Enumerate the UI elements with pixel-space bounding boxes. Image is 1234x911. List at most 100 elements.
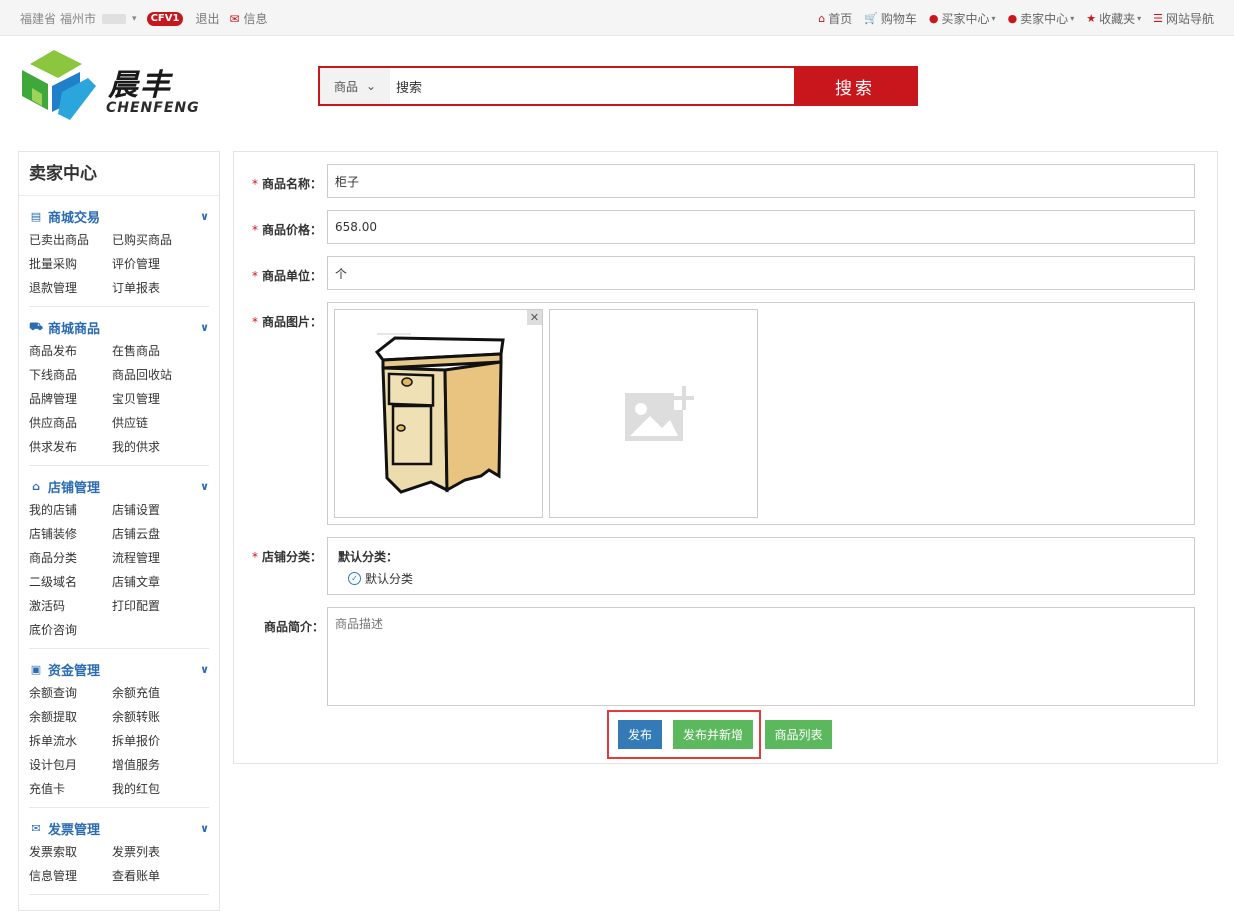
sidebar-link[interactable]: 底价咨询 [29, 618, 112, 642]
product-list-button[interactable]: 商品列表 [765, 720, 832, 749]
search-button[interactable]: 搜索 [794, 68, 916, 104]
sidebar-link[interactable]: 供应商品 [29, 411, 112, 435]
sidebar-link[interactable]: 供应链 [112, 411, 195, 435]
search-input[interactable] [390, 68, 794, 104]
list-icon: ☰ [1153, 12, 1163, 25]
sidebar-link[interactable]: 评价管理 [112, 252, 195, 276]
chevron-down-icon: ▾ [1137, 14, 1142, 23]
product-unit-input[interactable] [335, 266, 1194, 280]
sidebar-link[interactable]: 发票列表 [112, 840, 195, 864]
sidebar-link[interactable]: 发票索取 [29, 840, 112, 864]
product-name-input[interactable] [335, 174, 1194, 188]
top-nav-item[interactable]: ● 买家中心 ▾ [929, 10, 996, 27]
province-label[interactable]: 福建省 [20, 10, 56, 27]
sidebar-link[interactable]: 我的供求 [112, 435, 195, 459]
sidebar-link[interactable]: 店铺装修 [29, 522, 112, 546]
sidebar-link[interactable]: 余额充值 [112, 681, 195, 705]
shop-category-box: 默认分类： ✓ 默认分类 [327, 537, 1195, 595]
sidebar-link[interactable]: 拆单流水 [29, 729, 112, 753]
sidebar-link[interactable]: 品牌管理 [29, 387, 112, 411]
sidebar-link[interactable]: 查看账单 [112, 864, 195, 888]
sidebar-link[interactable]: 我的红包 [112, 777, 195, 801]
sidebar-link[interactable]: 批量采购 [29, 252, 112, 276]
publish-button[interactable]: 发布 [618, 720, 662, 749]
sidebar-link[interactable]: 已卖出商品 [29, 228, 112, 252]
sidebar-link[interactable]: 余额查询 [29, 681, 112, 705]
city-label[interactable]: 福州市 [60, 10, 96, 27]
sidebar-link[interactable]: 订单报表 [112, 276, 195, 300]
sidebar-link[interactable]: 供求发布 [29, 435, 112, 459]
product-unit-label: * 商品单位： [252, 269, 323, 283]
product-image-thumb[interactable]: ✕ [334, 309, 543, 518]
sidebar-link[interactable]: 拆单报价 [112, 729, 195, 753]
product-unit-field[interactable] [327, 256, 1195, 290]
sidebar-section-title: 资金管理 [48, 663, 101, 679]
top-nav-item[interactable]: ★ 收藏夹 ▾ [1086, 10, 1141, 27]
sidebar-section-header[interactable]: ▣ 资金管理 ∨ [29, 661, 209, 679]
add-image-slot[interactable] [549, 309, 758, 518]
chevron-down-icon[interactable]: ∨ [200, 822, 209, 835]
chevron-down-icon[interactable]: ∨ [200, 321, 209, 334]
sidebar-links: 商品发布 在售商品 下线商品 商品回收站 品牌管理 宝贝管理 供应商品 供应链 供求发布 我的供求 [29, 335, 209, 459]
sidebar-link[interactable]: 店铺文章 [112, 570, 195, 594]
sidebar-link[interactable]: 商品分类 [29, 546, 112, 570]
home-icon: ⌂ [818, 12, 826, 25]
sidebar-section-title: 商城商品 [48, 321, 101, 337]
sidebar-link[interactable]: 余额转账 [112, 705, 195, 729]
sidebar-link[interactable]: 增值服务 [112, 753, 195, 777]
search-bar: 商品 ⌄ 搜索 [318, 66, 918, 106]
sidebar-link[interactable]: 余额提取 [29, 705, 112, 729]
sidebar-link[interactable]: 下线商品 [29, 363, 112, 387]
sidebar-section-header[interactable]: ✉ 发票管理 ∨ [29, 820, 209, 838]
search-scope-select[interactable]: 商品 ⌄ [320, 68, 390, 104]
close-icon[interactable]: ✕ [527, 310, 542, 325]
logo-text-cn: 晨丰 [108, 68, 172, 103]
sidebar-link[interactable]: 打印配置 [112, 594, 195, 618]
sidebar-link[interactable]: 店铺设置 [112, 498, 195, 522]
chevron-down-icon[interactable]: ∨ [200, 210, 209, 223]
sidebar-link[interactable]: 充值卡 [29, 777, 112, 801]
product-form-panel: *商品名称： *商品价格： *商品单位： *商品图片： ✕ [233, 151, 1218, 764]
sidebar-link[interactable]: 二级域名 [29, 570, 112, 594]
top-nav-item[interactable]: ⌂ 首页 [818, 10, 852, 27]
logout-link[interactable]: 退出 [195, 10, 219, 27]
sidebar-section-header[interactable]: ⌂ 店铺管理 ∨ [29, 478, 209, 496]
sidebar-link[interactable]: 退款管理 [29, 276, 112, 300]
top-nav-item[interactable]: ● 卖家中心 ▾ [1008, 10, 1075, 27]
chevron-down-icon[interactable]: ▾ [132, 14, 137, 24]
product-description-input[interactable] [327, 607, 1195, 706]
sidebar-link[interactable]: 我的店铺 [29, 498, 112, 522]
sidebar-link[interactable]: 宝贝管理 [112, 387, 195, 411]
product-price-input[interactable] [335, 220, 1194, 234]
chevron-down-icon[interactable]: ∨ [200, 663, 209, 676]
sidebar-link[interactable]: 信息管理 [29, 864, 112, 888]
top-bar: 福建省 福州市 ▾ CFV1 退出 ✉ 信息 ⌂ 首页 🛒 购物车 ● 买家中心 ▾ ● 卖家中… [0, 0, 1234, 36]
truck-icon: ⛟ [29, 319, 43, 333]
sidebar-section-header[interactable]: ⛟ 商城商品 ∨ [29, 319, 209, 337]
mail-icon[interactable]: ✉ [229, 12, 239, 26]
site-logo[interactable]: 晨丰 CHENFENG [18, 48, 218, 124]
sidebar-link[interactable]: 流程管理 [112, 546, 195, 570]
chevron-down-icon[interactable]: ∨ [200, 480, 209, 493]
member-badge: CFV1 [146, 11, 184, 26]
sidebar-link[interactable]: 商品发布 [29, 339, 112, 363]
sidebar-link[interactable]: 激活码 [29, 594, 112, 618]
top-nav-item[interactable]: 🛒 购物车 [864, 10, 917, 27]
sidebar-section-fund-manage: ▣ 资金管理 ∨ 余额查询 余额充值 余额提取 余额转账 拆单流水 拆单报价 设计包月 增值服务 充值… [29, 649, 209, 808]
sidebar-link[interactable]: 商品回收站 [112, 363, 195, 387]
messages-link[interactable]: 信息 [244, 10, 268, 27]
chevron-down-icon: ▾ [1070, 14, 1075, 23]
sidebar-link[interactable]: 在售商品 [112, 339, 195, 363]
sidebar-link[interactable]: 已购买商品 [112, 228, 195, 252]
check-circle-icon[interactable]: ✓ [348, 572, 361, 585]
product-name-field[interactable] [327, 164, 1195, 198]
shop-category-label: * 店铺分类： [252, 550, 323, 564]
top-nav-label: 买家中心 [941, 12, 990, 26]
sidebar-section-header[interactable]: ▤ 商城交易 ∨ [29, 208, 209, 226]
sidebar-link[interactable]: 设计包月 [29, 753, 112, 777]
publish-and-new-button[interactable]: 发布并新增 [673, 720, 753, 749]
product-price-field[interactable] [327, 210, 1195, 244]
top-nav-item[interactable]: ☰ 网站导航 [1153, 10, 1214, 27]
category-option[interactable]: ✓ 默认分类 [348, 570, 1184, 587]
sidebar-link[interactable]: 店铺云盘 [112, 522, 195, 546]
